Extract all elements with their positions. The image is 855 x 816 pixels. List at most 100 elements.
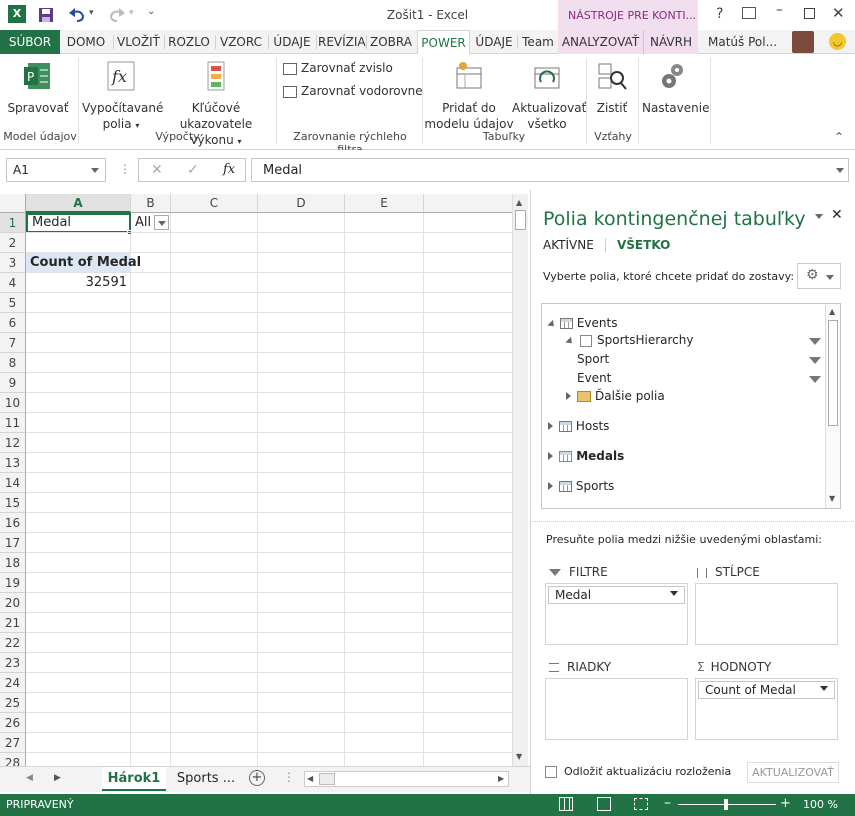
pane-options-icon[interactable]	[815, 214, 823, 219]
values-zone[interactable]: Count of Medal	[695, 678, 838, 740]
row-header[interactable]: 9	[0, 373, 26, 393]
name-box[interactable]: A1	[6, 158, 106, 182]
row-header[interactable]: 8	[0, 353, 26, 373]
next-sheet-icon[interactable]: ▶	[54, 773, 61, 783]
column-header-d[interactable]: D	[258, 194, 345, 213]
collapse-ribbon-icon[interactable]: ⌃	[834, 130, 844, 144]
vertical-scroll-thumb[interactable]	[515, 210, 526, 230]
filter-icon[interactable]	[809, 376, 821, 383]
collapsed-icon[interactable]	[566, 392, 571, 400]
value-item-count-of-medal[interactable]: Count of Medal	[698, 681, 835, 699]
row-header[interactable]: 21	[0, 613, 26, 633]
tab-view[interactable]: ZOBRA	[368, 30, 414, 54]
cell-b1[interactable]: All	[131, 213, 171, 233]
page-break-view-icon[interactable]	[634, 798, 648, 810]
field-sports-hierarchy[interactable]: SportsHierarchy	[565, 333, 693, 347]
row-header[interactable]: 7	[0, 333, 26, 353]
cell-a3[interactable]: Count of Medal	[26, 253, 141, 273]
expand-formula-icon[interactable]	[836, 168, 844, 173]
row-header[interactable]: 11	[0, 413, 26, 433]
tab-power[interactable]: POWER	[417, 30, 470, 55]
align-vertical-button[interactable]: Zarovnať zvislo	[283, 60, 393, 76]
cell-a1[interactable]: Medal	[26, 213, 131, 233]
field-list-scroll-thumb[interactable]	[828, 320, 838, 426]
scroll-left-icon[interactable]: ◀	[307, 774, 313, 783]
smiley-feedback-icon[interactable]: ◡	[829, 33, 846, 50]
row-header[interactable]: 12	[0, 433, 26, 453]
horizontal-scrollbar[interactable]: ◀ ▶	[304, 771, 509, 787]
row-header[interactable]: 6	[0, 313, 26, 333]
row-header[interactable]: 2	[0, 233, 26, 253]
row-header[interactable]: 28	[0, 753, 26, 766]
row-header[interactable]: 22	[0, 633, 26, 653]
dropdown-icon[interactable]	[670, 591, 678, 596]
zoom-level[interactable]: 100 %	[803, 798, 838, 811]
help-button[interactable]: ?	[716, 6, 723, 22]
detect-button[interactable]: Zistiť	[590, 60, 634, 116]
field-list-scrollbar[interactable]: ▲ ▼	[825, 304, 840, 508]
name-box-dropdown-icon[interactable]	[91, 168, 99, 173]
field-sport[interactable]: Sport	[577, 352, 609, 366]
dropdown-icon[interactable]	[820, 686, 828, 691]
row-header[interactable]: 20	[0, 593, 26, 613]
update-all-button[interactable]: Aktualizovať všetko	[512, 60, 586, 132]
collapsed-icon[interactable]	[548, 482, 553, 490]
tab-analyze[interactable]: ANALYZOVAŤ	[558, 30, 643, 54]
row-header[interactable]: 25	[0, 693, 26, 713]
update-button[interactable]: AKTUALIZOVAŤ	[747, 762, 839, 783]
column-header-c[interactable]: C	[171, 194, 258, 213]
collapsed-icon[interactable]	[548, 422, 553, 430]
row-header[interactable]: 15	[0, 493, 26, 513]
pane-close-icon[interactable]: ✕	[831, 207, 843, 223]
horizontal-scroll-thumb[interactable]	[319, 773, 335, 785]
filter-dropdown-button[interactable]	[154, 215, 169, 230]
row-header[interactable]: 27	[0, 733, 26, 753]
collapsed-icon[interactable]	[548, 452, 553, 460]
maximize-button[interactable]	[804, 8, 815, 19]
row-header[interactable]: 16	[0, 513, 26, 533]
field-table-events[interactable]: Events	[547, 316, 617, 330]
row-header[interactable]: 3	[0, 253, 26, 273]
cell-a4[interactable]: 32591	[26, 273, 131, 293]
ribbon-display-icon[interactable]	[742, 7, 756, 19]
row-header[interactable]: 14	[0, 473, 26, 493]
field-table-sports[interactable]: Sports	[548, 479, 614, 493]
normal-view-icon[interactable]	[559, 797, 573, 811]
field-table-medals[interactable]: Medals	[548, 449, 624, 463]
field-event[interactable]: Event	[577, 371, 611, 385]
columns-zone[interactable]	[695, 583, 838, 645]
checkbox[interactable]	[580, 334, 592, 347]
tab-team[interactable]: Team	[519, 30, 557, 54]
zoom-in-icon[interactable]: +	[780, 796, 791, 811]
row-header[interactable]: 23	[0, 653, 26, 673]
defer-update-checkbox[interactable]	[545, 766, 557, 778]
tab-layout[interactable]: ROZLO	[166, 30, 212, 54]
row-header[interactable]: 17	[0, 533, 26, 553]
column-header-e[interactable]: E	[345, 194, 424, 213]
row-header[interactable]: 24	[0, 673, 26, 693]
field-more-fields[interactable]: Ďalšie polia	[566, 389, 665, 403]
calculated-fields-button[interactable]: fx Vypočítavané polia ▾	[82, 60, 163, 134]
row-header[interactable]: 26	[0, 713, 26, 733]
row-header[interactable]: 19	[0, 573, 26, 593]
field-table-hosts[interactable]: Hosts	[548, 419, 609, 433]
row-header[interactable]: 18	[0, 553, 26, 573]
align-horizontal-button[interactable]: Zarovnať vodorovne	[283, 83, 423, 99]
tab-data-2[interactable]: ÚDAJE	[472, 30, 516, 54]
minimize-button[interactable]: –	[776, 2, 783, 18]
sheet-tab-sports[interactable]: Sports ...	[170, 767, 242, 791]
tab-data[interactable]: ÚDAJE	[270, 30, 314, 54]
scroll-up-icon[interactable]: ▲	[516, 198, 522, 207]
row-header[interactable]: 10	[0, 393, 26, 413]
user-avatar[interactable]	[792, 31, 814, 53]
sheet-tab-active[interactable]: Hárok1	[102, 767, 166, 791]
vertical-scrollbar[interactable]: ▲ ▼	[512, 194, 528, 766]
manage-button[interactable]: P Spravovať	[4, 60, 72, 116]
field-list[interactable]: Events SportsHierarchy Sport Event Ďalši…	[541, 303, 841, 509]
filters-zone[interactable]: Medal	[545, 583, 688, 645]
zoom-slider-thumb[interactable]	[724, 799, 728, 810]
column-header-a[interactable]: A	[26, 194, 131, 213]
tab-insert[interactable]: VLOŽIŤ	[115, 30, 162, 54]
formula-input[interactable]: Medal	[251, 158, 849, 182]
filter-icon[interactable]	[809, 357, 821, 364]
